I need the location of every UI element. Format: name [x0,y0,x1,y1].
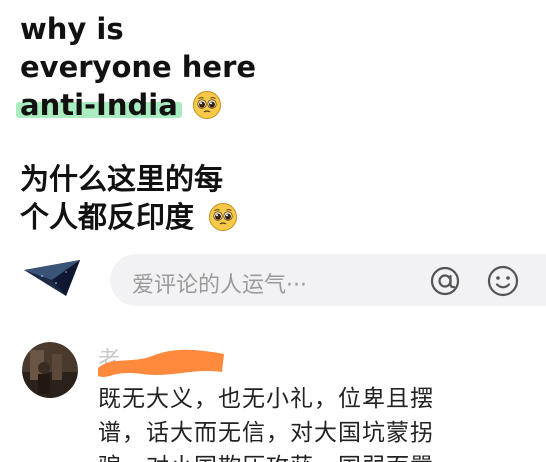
comment-bar: 爱评论的人运气··· [0,248,546,312]
comment-author-avatar[interactable] [22,342,78,398]
at-mention-icon[interactable] [428,264,462,298]
post-line-3: anti-India [16,86,256,124]
comment-input-placeholder: 爱评论的人运气··· [132,273,307,298]
pleading-face-emoji-icon [209,203,238,231]
comment-body: 既无大义，也无小礼，位卑且摆 谱，话大而无信，对大国坑蒙拐 骗，对小国欺压攻获，… [98,382,546,462]
comment-item: 老 既无大义，也无小礼，位卑且摆 谱，话大而无信，对大国坑蒙拐 骗，对小国欺压攻… [0,330,546,462]
post-en-line-1: why is [20,12,124,46]
pleading-face-emoji-icon [192,91,221,119]
post-line-4: 为什么这里的每 [20,160,256,198]
post-en-line-2: everyone here [20,50,257,84]
post-cn-line-2: 个人都反印度 [20,200,195,234]
comment-input[interactable]: 爱评论的人运气··· [110,254,546,306]
post-line-1: why is [20,10,256,48]
post-line-2: everyone here [20,48,256,86]
highlighted-phrase: anti-India [16,86,182,124]
post-screenshot: why is everyone here anti-India 为什么这里的每 … [0,0,546,462]
post-text: why is everyone here anti-India 为什么这里的每 … [16,10,256,236]
redaction-scribble [98,349,224,377]
comment-line-3: 骗，对小国欺压攻获，国弱而嚣 [98,450,546,462]
post-line-5: 个人都反印度 [20,198,256,236]
user-avatar[interactable] [22,256,82,302]
post-en-highlight: anti-India [20,88,178,122]
post-cn-line-1: 为什么这里的每 [20,162,224,196]
emoji-picker-icon[interactable] [486,264,520,298]
comment-line-2: 谱，话大而无信，对大国坑蒙拐 [98,420,434,446]
comment-line-1: 既无大义，也无小礼，位卑且摆 [98,386,434,412]
